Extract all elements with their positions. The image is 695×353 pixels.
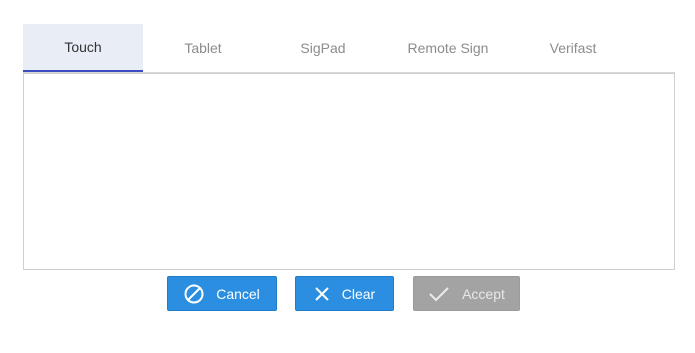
cancel-circle-icon <box>184 284 204 304</box>
clear-button[interactable]: Clear <box>295 276 394 311</box>
tab-remote-sign[interactable]: Remote Sign <box>383 24 513 72</box>
tab-touch[interactable]: Touch <box>23 24 143 72</box>
x-icon <box>314 286 330 302</box>
signature-canvas[interactable] <box>23 73 675 270</box>
tab-verifast[interactable]: Verifast <box>513 24 633 72</box>
cancel-button-label: Cancel <box>216 285 260 302</box>
signature-tabs: Touch Tablet SigPad Remote Sign Verifast <box>23 24 675 73</box>
tab-sigpad[interactable]: SigPad <box>263 24 383 72</box>
checkmark-icon <box>428 286 450 302</box>
accept-button[interactable]: Accept <box>413 276 520 311</box>
tab-tablet[interactable]: Tablet <box>143 24 263 72</box>
clear-button-label: Clear <box>341 285 376 302</box>
accept-button-label: Accept <box>462 285 505 302</box>
cancel-button[interactable]: Cancel <box>167 276 277 311</box>
signature-dialog: Touch Tablet SigPad Remote Sign Verifast… <box>0 0 695 353</box>
